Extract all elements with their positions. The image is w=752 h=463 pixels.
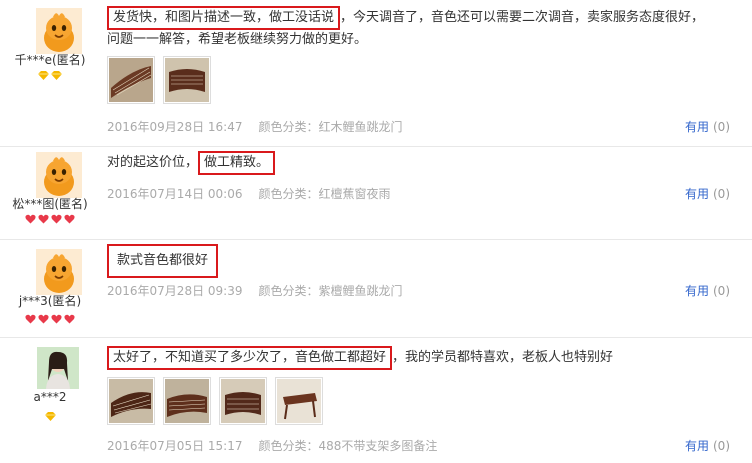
useful-count: (0) xyxy=(713,439,730,453)
useful-vote: 有用 (0) xyxy=(685,118,730,135)
red-heart-icon xyxy=(51,214,62,224)
review-photo[interactable] xyxy=(219,377,267,425)
highlighted-phrase: 做工精致。 xyxy=(198,151,276,175)
useful-vote: 有用 (0) xyxy=(685,282,730,299)
useful-button[interactable]: 有用 xyxy=(685,187,709,201)
useful-button[interactable]: 有用 xyxy=(685,120,709,134)
red-heart-icon xyxy=(38,314,49,324)
highlighted-phrase: 发货快，和图片描述一致，做工没话说 xyxy=(107,6,341,30)
review-text: 发货快，和图片描述一致，做工没话说 ，今天调音了，音色还可以需要二次调音，卖家服务… xyxy=(107,6,747,50)
user-level-badges xyxy=(0,412,100,421)
guzheng-photo-icon xyxy=(109,379,153,423)
review-date: 2016年09月28日 16:47 xyxy=(107,120,243,134)
useful-count: (0) xyxy=(713,120,730,134)
sku-color: 颜色分类：紫檀鲤鱼跳龙门 xyxy=(258,284,403,298)
useful-button[interactable]: 有用 xyxy=(685,284,709,298)
user-name: j***3(匿名) xyxy=(18,294,82,308)
gold-diamond-icon xyxy=(38,71,49,80)
useful-vote: 有用 (0) xyxy=(685,437,730,454)
red-heart-icon xyxy=(64,314,75,324)
review-item: 松***图(匿名) 对的起这价位， 做工精致。 2016年07月14日 00:06… xyxy=(0,146,752,240)
review-meta: 2016年07月14日 00:06 颜色分类：红檀蕉窗夜雨 xyxy=(107,185,391,202)
review-photos xyxy=(107,56,219,104)
review-text: 太好了，不知道买了多少次了，音色做工都超好 ，我的学员都特喜欢，老板人也特别好 xyxy=(107,346,747,370)
user-avatar[interactable] xyxy=(36,152,82,198)
guzheng-photo-icon xyxy=(109,58,153,102)
review-text: 对的起这价位， 做工精致。 xyxy=(107,151,276,175)
review-item: 千***e(匿名) 发货快，和图片描述一致，做工没话说 ，今天调音了，音色还可以需… xyxy=(0,0,752,147)
sku-color: 颜色分类：红木鲤鱼跳龙门 xyxy=(258,120,403,134)
review-photo[interactable] xyxy=(107,377,155,425)
default-avatar-icon xyxy=(36,152,82,198)
review-text-line2: 问题一一解答，希望老板继续努力做的更好。 xyxy=(107,32,368,47)
review-photo[interactable] xyxy=(275,377,323,425)
red-heart-icon xyxy=(25,314,36,324)
review-photo[interactable] xyxy=(163,56,211,104)
useful-vote: 有用 (0) xyxy=(685,185,730,202)
user-level-badges xyxy=(0,214,100,224)
red-heart-icon xyxy=(38,214,49,224)
user-photo-avatar-icon xyxy=(37,347,79,389)
default-avatar-icon xyxy=(36,249,82,295)
user-name: a***2 xyxy=(33,390,67,404)
user-name: 松***图(匿名) xyxy=(12,197,88,211)
highlighted-phrase: 太好了，不知道买了多少次了，音色做工都超好 xyxy=(107,346,393,370)
red-heart-icon xyxy=(51,314,62,324)
review-date: 2016年07月28日 09:39 xyxy=(107,284,243,298)
user-avatar[interactable] xyxy=(37,347,79,389)
review-meta: 2016年09月28日 16:47 颜色分类：红木鲤鱼跳龙门 xyxy=(107,118,403,135)
sku-color: 颜色分类：红檀蕉窗夜雨 xyxy=(258,187,391,201)
review-text: 款式音色都很好 xyxy=(107,244,219,278)
review-photo[interactable] xyxy=(163,377,211,425)
guzheng-photo-icon xyxy=(165,58,209,102)
review-date: 2016年07月05日 15:17 xyxy=(107,439,243,453)
review-item: a***2 太好了，不知道买了多少次了，音色做工都超好 ，我的学员都特喜欢，老板人… xyxy=(0,337,752,462)
highlighted-phrase: 款式音色都很好 xyxy=(107,244,219,278)
review-date: 2016年07月14日 00:06 xyxy=(107,187,243,201)
review-meta: 2016年07月05日 15:17 颜色分类：488不带支架多图备注 xyxy=(107,437,437,454)
review-meta: 2016年07月28日 09:39 颜色分类：紫檀鲤鱼跳龙门 xyxy=(107,282,403,299)
review-item: j***3(匿名) 款式音色都很好 2016年07月28日 09:39 颜色分类：… xyxy=(0,239,752,338)
red-heart-icon xyxy=(64,214,75,224)
useful-count: (0) xyxy=(713,284,730,298)
user-avatar[interactable] xyxy=(36,8,82,54)
guzheng-photo-icon xyxy=(165,379,209,423)
review-photos xyxy=(107,377,331,425)
sku-color: 颜色分类：488不带支架多图备注 xyxy=(258,439,438,453)
review-text-rest: ，我的学员都特喜欢，老板人也特别好 xyxy=(392,350,614,365)
gold-diamond-icon xyxy=(44,412,56,421)
review-text-rest: ，今天调音了，音色还可以需要二次调音，卖家服务态度很好， xyxy=(340,10,705,25)
useful-count: (0) xyxy=(713,187,730,201)
useful-button[interactable]: 有用 xyxy=(685,439,709,453)
review-text-before: 对的起这价位， xyxy=(107,155,199,170)
guzheng-photo-icon xyxy=(221,379,265,423)
user-avatar[interactable] xyxy=(36,249,82,295)
user-level-badges xyxy=(0,314,100,324)
user-name: 千***e(匿名) xyxy=(14,53,86,67)
default-avatar-icon xyxy=(36,8,82,54)
review-photo[interactable] xyxy=(107,56,155,104)
guzheng-on-stand-photo-icon xyxy=(277,379,321,423)
red-heart-icon xyxy=(25,214,36,224)
user-level-badges xyxy=(0,71,100,80)
gold-diamond-icon xyxy=(51,71,62,80)
